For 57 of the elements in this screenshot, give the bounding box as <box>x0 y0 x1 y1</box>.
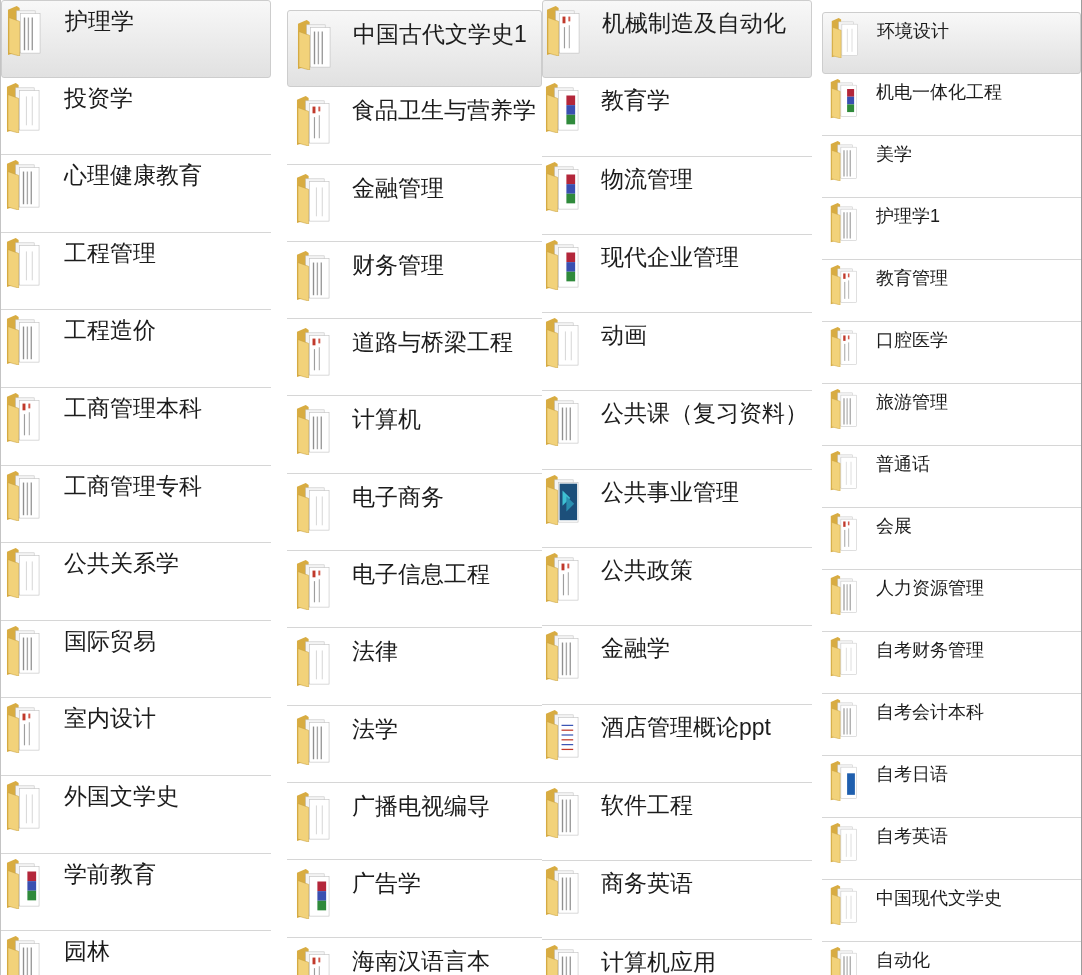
folder-icon <box>546 6 581 56</box>
folder-item[interactable]: 环境设计 <box>822 12 1081 74</box>
folder-icon <box>545 239 580 290</box>
folder-icon <box>296 173 331 224</box>
folder-icon <box>830 947 858 975</box>
folder-icon <box>830 637 858 677</box>
folder-icon <box>296 869 331 920</box>
folder-icon <box>6 703 41 754</box>
folder-icon <box>545 474 580 525</box>
folder-icon <box>545 396 580 447</box>
folder-icon <box>830 823 858 863</box>
folder-icon <box>6 780 41 831</box>
folder-icon <box>830 389 858 429</box>
folder-icon <box>296 328 331 379</box>
folder-icon <box>297 20 332 70</box>
folder-icon <box>831 18 859 58</box>
folder-icon <box>6 82 41 133</box>
folder-icon <box>545 553 580 604</box>
folder-icon <box>296 791 331 842</box>
folder-icon <box>830 761 858 801</box>
folder-icon <box>830 513 858 553</box>
folder-icon <box>830 699 858 739</box>
folder-icon <box>296 637 331 688</box>
folder-icon <box>545 709 580 760</box>
folder-icon <box>6 470 41 521</box>
folder-icon <box>830 203 858 243</box>
folder-icon <box>830 451 858 491</box>
folder-icon <box>6 625 41 676</box>
folder-item[interactable]: 机械制造及自动化 <box>542 0 812 79</box>
folder-icon <box>830 575 858 615</box>
folder-icon <box>6 392 41 443</box>
folder-icon <box>296 482 331 533</box>
folder-icon <box>6 160 41 211</box>
folder-icon <box>296 714 331 765</box>
folder-icon <box>7 6 42 56</box>
folder-icon <box>6 548 41 599</box>
folder-icon <box>545 83 580 134</box>
folder-icon <box>6 858 41 909</box>
folder-icon <box>296 96 331 147</box>
folder-icon <box>6 936 41 975</box>
folder-icon <box>296 250 331 301</box>
folder-item[interactable]: 中国古代文学史1 <box>287 10 542 88</box>
folder-icon <box>6 237 41 288</box>
folder-icon <box>545 631 580 682</box>
folder-icon <box>830 265 858 305</box>
folder-icon <box>296 560 331 611</box>
folder-icon <box>545 161 580 212</box>
folder-icon <box>6 315 41 366</box>
folder-item[interactable]: 护理学 <box>1 0 271 78</box>
folder-icon <box>830 141 858 181</box>
folder-icon <box>830 327 858 367</box>
folder-icon <box>545 787 580 838</box>
folder-icon <box>545 318 580 369</box>
folder-icon <box>830 79 858 119</box>
folder-icon <box>830 885 858 925</box>
folder-icon <box>545 866 580 917</box>
folder-icon <box>296 405 331 456</box>
